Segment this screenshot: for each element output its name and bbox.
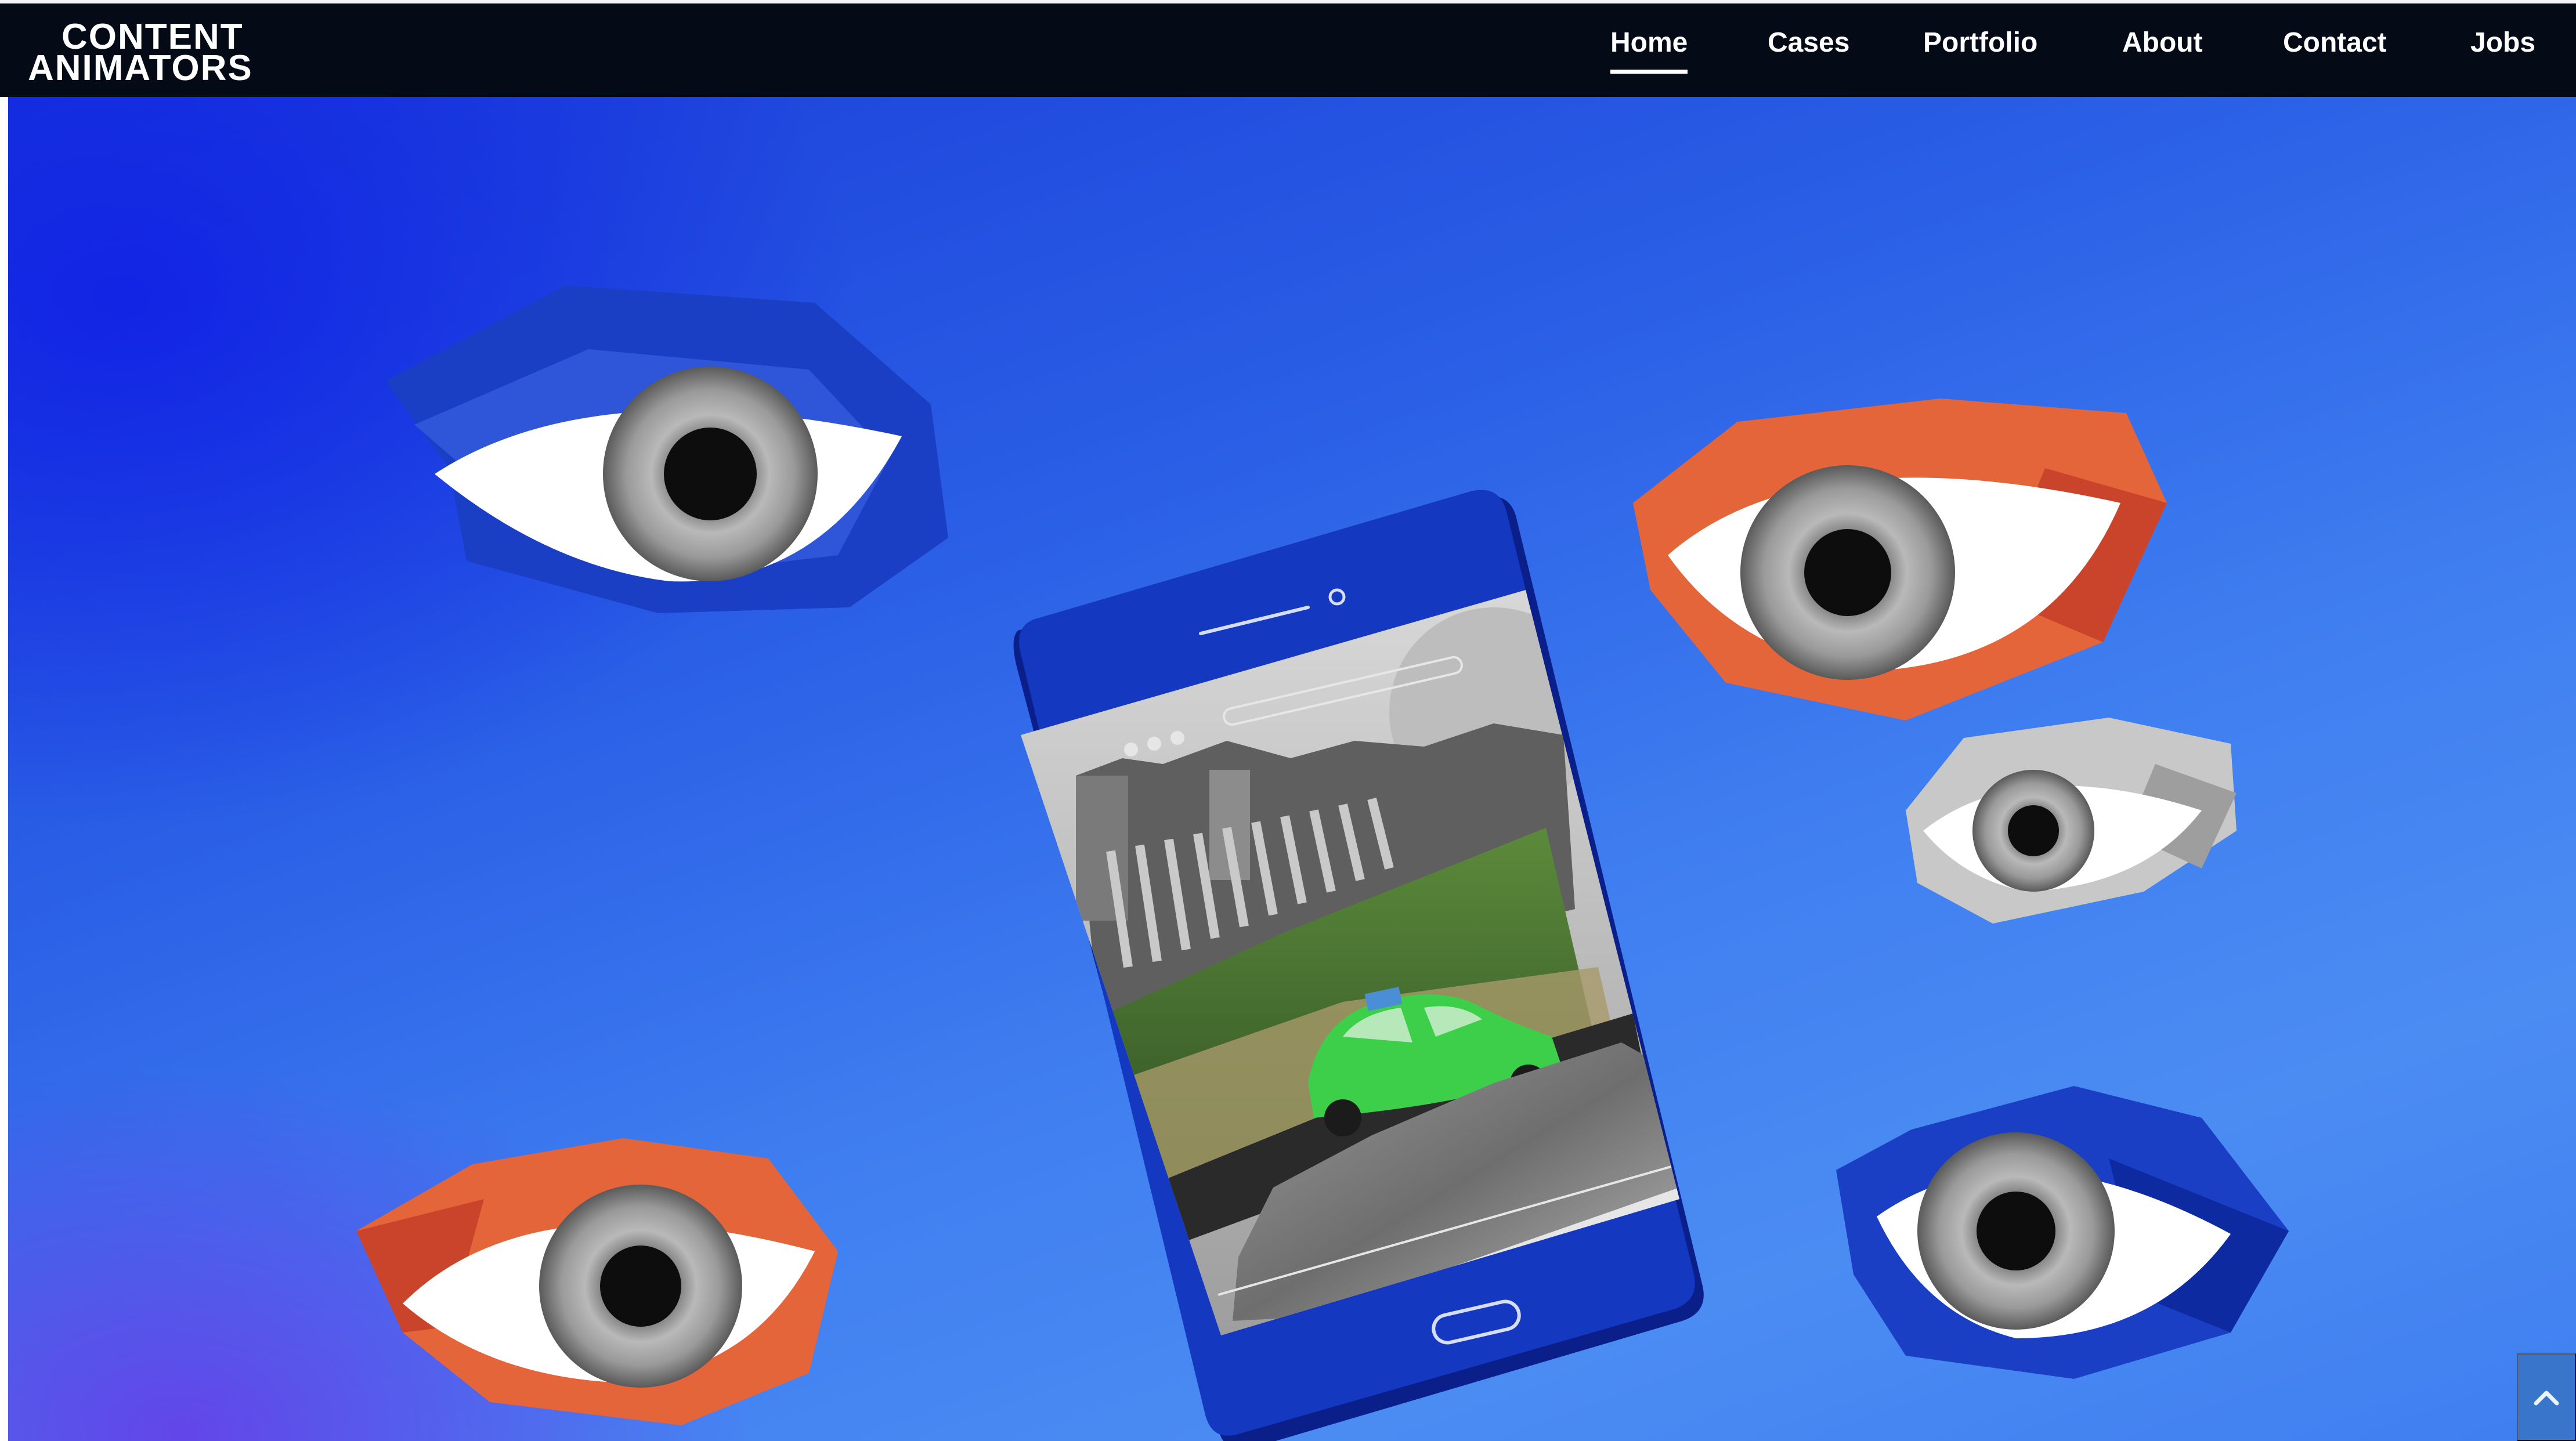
nav-cases[interactable]: Cases xyxy=(1768,24,1849,71)
nav-home[interactable]: Home xyxy=(1610,24,1688,74)
scroll-to-top-button[interactable] xyxy=(2517,1353,2576,1441)
nav-portfolio[interactable]: Portfolio xyxy=(1923,24,2037,71)
nav-jobs[interactable]: Jobs xyxy=(2470,24,2535,71)
page: CONTENT ANIMATORS Home Cases Portfolio A… xyxy=(0,0,2576,1441)
orange-eye-top-right xyxy=(1633,399,2167,720)
smartphone-illustration xyxy=(1013,490,1704,1441)
blue-eye-top-left xyxy=(385,285,948,613)
orange-eye-bottom-left xyxy=(356,1138,838,1425)
blue-eye-bottom-right xyxy=(1836,1086,2289,1379)
gray-eye-right xyxy=(1906,718,2237,924)
logo-line-2: ANIMATORS xyxy=(28,48,253,88)
content-animators-logo[interactable]: CONTENT ANIMATORS xyxy=(28,17,252,87)
hero-banner xyxy=(8,97,2576,1441)
chevron-up-icon xyxy=(2534,1391,2559,1405)
page-left-border xyxy=(0,97,8,1441)
top-navigation-bar: CONTENT ANIMATORS Home Cases Portfolio A… xyxy=(0,0,2576,97)
nav-contact[interactable]: Contact xyxy=(2283,24,2387,71)
hero-illustration xyxy=(356,285,2289,1441)
nav-about[interactable]: About xyxy=(2122,24,2203,71)
